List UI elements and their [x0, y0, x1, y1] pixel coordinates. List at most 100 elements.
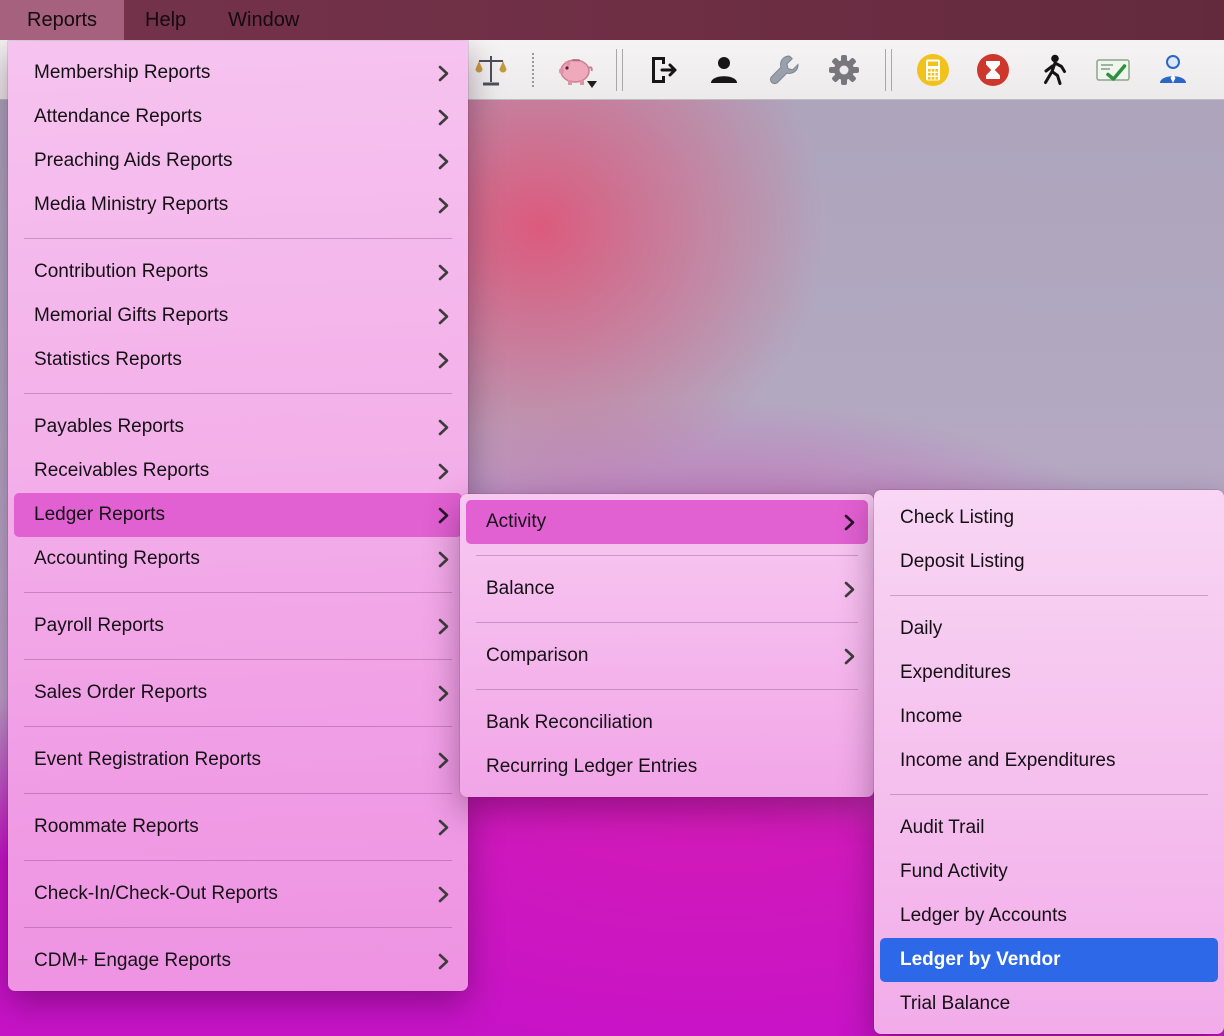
- menu-item-label: Accounting Reports: [34, 548, 200, 570]
- menu-item-membership-reports[interactable]: Membership Reports: [14, 51, 462, 95]
- toolbar-separator: [532, 53, 534, 87]
- user-icon[interactable]: [705, 48, 743, 92]
- submenu-chevron-icon: [438, 819, 449, 836]
- menu-item-attendance-reports[interactable]: Attendance Reports: [14, 95, 462, 139]
- menu-item-audit-trail[interactable]: Audit Trail: [880, 806, 1218, 850]
- menu-item-media-ministry-reports[interactable]: Media Ministry Reports: [14, 183, 462, 227]
- menu-item-statistics-reports[interactable]: Statistics Reports: [14, 338, 462, 382]
- menu-separator: [24, 592, 452, 593]
- menu-separator: [24, 659, 452, 660]
- scales-icon[interactable]: [472, 48, 510, 92]
- menu-item-label: Expenditures: [900, 662, 1011, 684]
- menu-item-ledger-reports[interactable]: Ledger Reports: [14, 493, 462, 537]
- menu-separator: [476, 622, 858, 623]
- submenu-chevron-icon: [438, 752, 449, 769]
- hourglass-icon[interactable]: [974, 48, 1012, 92]
- menu-item-check-in-check-out-reports[interactable]: Check-In/Check-Out Reports: [14, 872, 462, 916]
- menu-item-label: Roommate Reports: [34, 816, 199, 838]
- menu-item-label: Check-In/Check-Out Reports: [34, 883, 278, 905]
- staff-icon[interactable]: [1154, 48, 1192, 92]
- menubar-item-reports[interactable]: Reports: [0, 0, 124, 40]
- menu-item-comparison[interactable]: Comparison: [466, 634, 868, 678]
- menu-item-cdm-engage-reports[interactable]: CDM+ Engage Reports: [14, 939, 462, 983]
- toolbar-divider: [616, 49, 623, 91]
- toolbar-divider: [885, 49, 892, 91]
- submenu-chevron-icon: [438, 953, 449, 970]
- submenu-chevron-icon: [438, 153, 449, 170]
- menu-item-accounting-reports[interactable]: Accounting Reports: [14, 537, 462, 581]
- menu-item-balance[interactable]: Balance: [466, 567, 868, 611]
- menu-separator: [24, 393, 452, 394]
- menubar-item-help[interactable]: Help: [124, 0, 207, 40]
- wrench-icon[interactable]: [765, 48, 803, 92]
- menu-item-label: Deposit Listing: [900, 551, 1025, 573]
- menu-item-label: Membership Reports: [34, 62, 210, 84]
- menu-item-preaching-aids-reports[interactable]: Preaching Aids Reports: [14, 139, 462, 183]
- menu-separator: [890, 595, 1208, 596]
- submenu-chevron-icon: [438, 109, 449, 126]
- activity-submenu: Check Listing Deposit Listing Daily Expe…: [874, 490, 1224, 1034]
- menu-item-activity[interactable]: Activity: [466, 500, 868, 544]
- menu-item-sales-order-reports[interactable]: Sales Order Reports: [14, 671, 462, 715]
- menu-item-label: Memorial Gifts Reports: [34, 305, 228, 327]
- menu-separator: [476, 555, 858, 556]
- submenu-chevron-icon: [438, 352, 449, 369]
- deposit-check-icon[interactable]: [1094, 48, 1132, 92]
- menubar-item-window[interactable]: Window: [207, 0, 320, 40]
- menu-item-label: Payroll Reports: [34, 615, 164, 637]
- menu-item-label: Bank Reconciliation: [486, 712, 653, 734]
- walking-person-icon[interactable]: [1034, 48, 1072, 92]
- menu-item-ledger-by-vendor[interactable]: Ledger by Vendor: [880, 938, 1218, 982]
- submenu-chevron-icon: [844, 581, 855, 598]
- menu-item-payroll-reports[interactable]: Payroll Reports: [14, 604, 462, 648]
- menu-item-deposit-listing[interactable]: Deposit Listing: [880, 540, 1218, 584]
- menu-item-label: Event Registration Reports: [34, 749, 261, 771]
- menu-item-event-registration-reports[interactable]: Event Registration Reports: [14, 738, 462, 782]
- menu-item-label: Comparison: [486, 645, 588, 667]
- menu-item-label: CDM+ Engage Reports: [34, 950, 231, 972]
- menu-item-recurring-ledger-entries[interactable]: Recurring Ledger Entries: [466, 745, 868, 789]
- submenu-chevron-icon: [844, 648, 855, 665]
- menu-item-memorial-gifts-reports[interactable]: Memorial Gifts Reports: [14, 294, 462, 338]
- menu-separator: [24, 927, 452, 928]
- calculator-icon[interactable]: [914, 48, 952, 92]
- menu-item-contribution-reports[interactable]: Contribution Reports: [14, 250, 462, 294]
- menu-item-fund-activity[interactable]: Fund Activity: [880, 850, 1218, 894]
- piggy-bank-icon[interactable]: [556, 48, 594, 92]
- menu-item-label: Attendance Reports: [34, 106, 202, 128]
- menu-item-label: Ledger by Vendor: [900, 949, 1060, 971]
- ledger-reports-submenu: Activity Balance Comparison Bank Reconci…: [460, 494, 874, 797]
- menu-item-label: Recurring Ledger Entries: [486, 756, 697, 778]
- menu-item-bank-reconciliation[interactable]: Bank Reconciliation: [466, 701, 868, 745]
- menu-item-daily[interactable]: Daily: [880, 607, 1218, 651]
- menu-item-label: Ledger by Accounts: [900, 905, 1067, 927]
- submenu-chevron-icon: [438, 264, 449, 281]
- gear-icon[interactable]: [825, 48, 863, 92]
- submenu-chevron-icon: [438, 551, 449, 568]
- menu-item-expenditures[interactable]: Expenditures: [880, 651, 1218, 695]
- submenu-chevron-icon: [438, 419, 449, 436]
- menu-item-receivables-reports[interactable]: Receivables Reports: [14, 449, 462, 493]
- menu-item-income[interactable]: Income: [880, 695, 1218, 739]
- exit-icon[interactable]: [645, 48, 683, 92]
- menu-item-label: Trial Balance: [900, 993, 1010, 1015]
- menu-item-label: Payables Reports: [34, 416, 184, 438]
- menu-item-roommate-reports[interactable]: Roommate Reports: [14, 805, 462, 849]
- menu-item-ledger-by-accounts[interactable]: Ledger by Accounts: [880, 894, 1218, 938]
- menu-item-label: Media Ministry Reports: [34, 194, 228, 216]
- menu-item-payables-reports[interactable]: Payables Reports: [14, 405, 462, 449]
- submenu-chevron-icon: [438, 308, 449, 325]
- menu-item-label: Income and Expenditures: [900, 750, 1115, 772]
- menu-separator: [24, 726, 452, 727]
- menu-separator: [24, 793, 452, 794]
- menu-item-label: Check Listing: [900, 507, 1014, 529]
- submenu-chevron-icon: [438, 463, 449, 480]
- dollar-icon[interactable]: $: [1214, 48, 1224, 92]
- menu-item-trial-balance[interactable]: Trial Balance: [880, 982, 1218, 1026]
- submenu-chevron-icon: [844, 514, 855, 531]
- menu-item-income-and-expenditures[interactable]: Income and Expenditures: [880, 739, 1218, 783]
- menu-item-check-listing[interactable]: Check Listing: [880, 496, 1218, 540]
- submenu-chevron-icon: [438, 65, 449, 82]
- menu-item-label: Statistics Reports: [34, 349, 182, 371]
- menu-separator: [24, 238, 452, 239]
